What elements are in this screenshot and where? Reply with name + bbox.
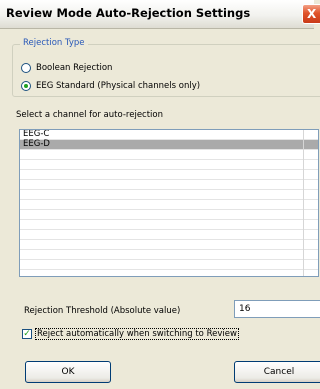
radio-dot-icon [24, 83, 28, 88]
list-column-divider [303, 130, 304, 276]
ok-button[interactable]: OK [25, 361, 111, 383]
list-empty-row [20, 190, 318, 200]
radio-unselected-icon[interactable] [21, 62, 31, 73]
list-item[interactable]: EEG-C [20, 130, 318, 140]
list-empty-row [20, 260, 318, 270]
list-empty-row [20, 240, 318, 250]
list-empty-row [20, 150, 318, 160]
close-icon: X [307, 7, 317, 21]
threshold-label: Rejection Threshold (Absolute value) [24, 306, 181, 316]
channel-listbox[interactable]: EEG-C EEG-D [19, 129, 319, 277]
list-empty-row [20, 230, 318, 240]
list-empty-row [20, 200, 318, 210]
radio-label-boolean: Boolean Rejection [36, 62, 113, 73]
list-empty-row [20, 170, 318, 180]
checkbox-checked-icon[interactable]: ✓ [22, 328, 32, 339]
list-empty-row [20, 220, 318, 230]
radio-selected-icon[interactable] [21, 80, 31, 91]
radio-label-eeg-standard: EEG Standard (Physical channels only) [36, 80, 201, 91]
auto-reject-checkbox-row[interactable]: ✓ Reject automatically when switching to… [22, 327, 239, 340]
list-empty-row [20, 160, 318, 170]
auto-reject-label: Reject automatically when switching to R… [35, 327, 239, 340]
list-empty-row [20, 210, 318, 220]
rejection-type-legend: Rejection Type [20, 38, 88, 48]
close-button[interactable]: X [302, 4, 320, 24]
title-bar[interactable]: Review Mode Auto-Rejection Settings X [0, 0, 320, 29]
radio-boolean-rejection[interactable]: Boolean Rejection [21, 61, 112, 74]
threshold-input[interactable]: 16 [234, 300, 320, 318]
cancel-button[interactable]: Cancel [234, 361, 320, 383]
list-empty-row [20, 250, 318, 260]
radio-eeg-standard[interactable]: EEG Standard (Physical channels only) [21, 79, 200, 92]
window-title: Review Mode Auto-Rejection Settings [6, 6, 251, 20]
list-empty-row [20, 180, 318, 190]
channel-select-label: Select a channel for auto-rejection [16, 110, 163, 120]
list-item-selected[interactable]: EEG-D [20, 140, 318, 150]
